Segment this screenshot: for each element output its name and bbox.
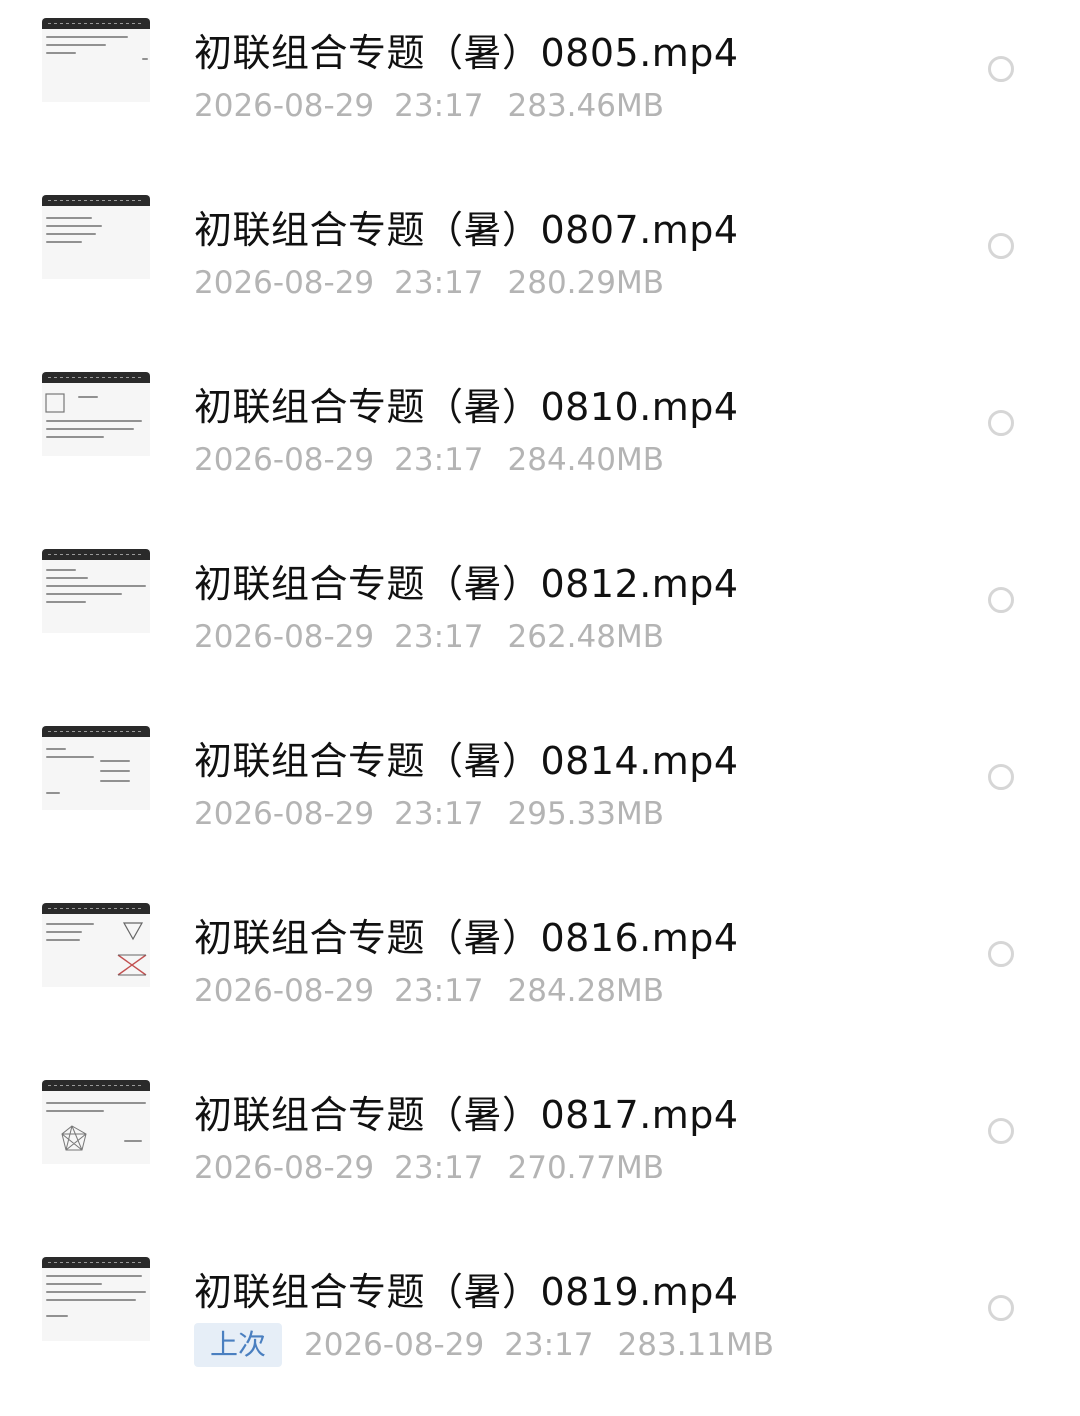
file-row[interactable]: 初联组合专题（暑）0817.mp4 2026-08-29 23:17 270.7…: [0, 1062, 1080, 1239]
video-thumbnail: [42, 549, 150, 633]
file-meta: 2026-08-29 23:17 280.29MB: [194, 261, 664, 305]
file-meta: 上次 2026-08-29 23:17 283.11MB: [194, 1323, 774, 1367]
file-name: 初联组合专题（暑）0817.mp4: [194, 1093, 739, 1137]
file-size: 262.48MB: [507, 619, 664, 655]
diagram-icon: [45, 393, 65, 413]
file-row[interactable]: 初联组合专题（暑）0816.mp4 2026-08-29 23:17 284.2…: [0, 885, 1080, 1062]
diagram-icon: [117, 922, 147, 976]
file-row[interactable]: 初联组合专题（暑）0814.mp4 2026-08-29 23:17 295.3…: [0, 708, 1080, 885]
file-date: 2026-08-29: [194, 1150, 375, 1186]
file-date: 2026-08-29: [304, 1327, 485, 1363]
file-name: 初联组合专题（暑）0810.mp4: [194, 385, 739, 429]
select-radio[interactable]: [988, 1118, 1014, 1144]
file-row[interactable]: 初联组合专题（暑）0805.mp4 2026-08-29 23:17 283.4…: [0, 0, 1080, 177]
file-time: 23:17: [394, 1150, 484, 1186]
file-date: 2026-08-29: [194, 88, 375, 124]
file-size: 295.33MB: [507, 796, 664, 832]
file-name: 初联组合专题（暑）0805.mp4: [194, 31, 739, 75]
video-thumbnail: [42, 195, 150, 279]
file-name: 初联组合专题（暑）0819.mp4: [194, 1270, 739, 1314]
file-time: 23:17: [394, 265, 484, 301]
file-date: 2026-08-29: [194, 265, 375, 301]
file-time: 23:17: [394, 442, 484, 478]
file-time: 23:17: [394, 973, 484, 1009]
select-radio[interactable]: [988, 233, 1014, 259]
video-thumbnail: [42, 18, 150, 102]
file-name: 初联组合专题（暑）0814.mp4: [194, 739, 739, 783]
file-size: 284.40MB: [507, 442, 664, 478]
last-played-badge: 上次: [194, 1323, 283, 1367]
select-radio[interactable]: [988, 56, 1014, 82]
file-date: 2026-08-29: [194, 796, 375, 832]
file-size: 283.11MB: [617, 1327, 775, 1363]
select-radio[interactable]: [988, 1295, 1014, 1321]
file-date: 2026-08-29: [194, 973, 375, 1009]
video-thumbnail: [42, 1080, 150, 1164]
file-row[interactable]: 初联组合专题（暑）0810.mp4 2026-08-29 23:17 284.4…: [0, 354, 1080, 531]
file-size: 270.77MB: [507, 1150, 664, 1186]
select-radio[interactable]: [988, 587, 1014, 613]
file-meta: 2026-08-29 23:17 295.33MB: [194, 792, 664, 836]
file-date: 2026-08-29: [194, 619, 375, 655]
file-name: 初联组合专题（暑）0812.mp4: [194, 562, 739, 606]
video-thumbnail: [42, 372, 150, 456]
video-thumbnail: [42, 903, 150, 987]
file-name: 初联组合专题（暑）0807.mp4: [194, 208, 739, 252]
file-row[interactable]: 初联组合专题（暑）0812.mp4 2026-08-29 23:17 262.4…: [0, 531, 1080, 708]
file-row[interactable]: 初联组合专题（暑）0807.mp4 2026-08-29 23:17 280.2…: [0, 177, 1080, 354]
video-thumbnail: [42, 726, 150, 810]
file-time: 23:17: [394, 619, 484, 655]
select-radio[interactable]: [988, 941, 1014, 967]
diagram-icon: [61, 1125, 87, 1151]
select-radio[interactable]: [988, 410, 1014, 436]
file-meta: 2026-08-29 23:17 283.46MB: [194, 84, 664, 128]
file-row[interactable]: 初联组合专题（暑）0819.mp4 上次 2026-08-29 23:17 28…: [0, 1239, 1080, 1416]
file-size: 283.46MB: [507, 88, 664, 124]
file-date: 2026-08-29: [194, 442, 375, 478]
file-meta: 2026-08-29 23:17 262.48MB: [194, 615, 664, 659]
file-size: 284.28MB: [507, 973, 664, 1009]
file-time: 23:17: [394, 796, 484, 832]
file-meta: 2026-08-29 23:17 270.77MB: [194, 1146, 664, 1190]
file-time: 23:17: [394, 88, 484, 124]
file-meta: 2026-08-29 23:17 284.40MB: [194, 438, 664, 482]
file-size: 280.29MB: [507, 265, 664, 301]
video-thumbnail: [42, 1257, 150, 1341]
file-time: 23:17: [504, 1327, 594, 1363]
select-radio[interactable]: [988, 764, 1014, 790]
file-meta: 2026-08-29 23:17 284.28MB: [194, 969, 664, 1013]
file-name: 初联组合专题（暑）0816.mp4: [194, 916, 739, 960]
